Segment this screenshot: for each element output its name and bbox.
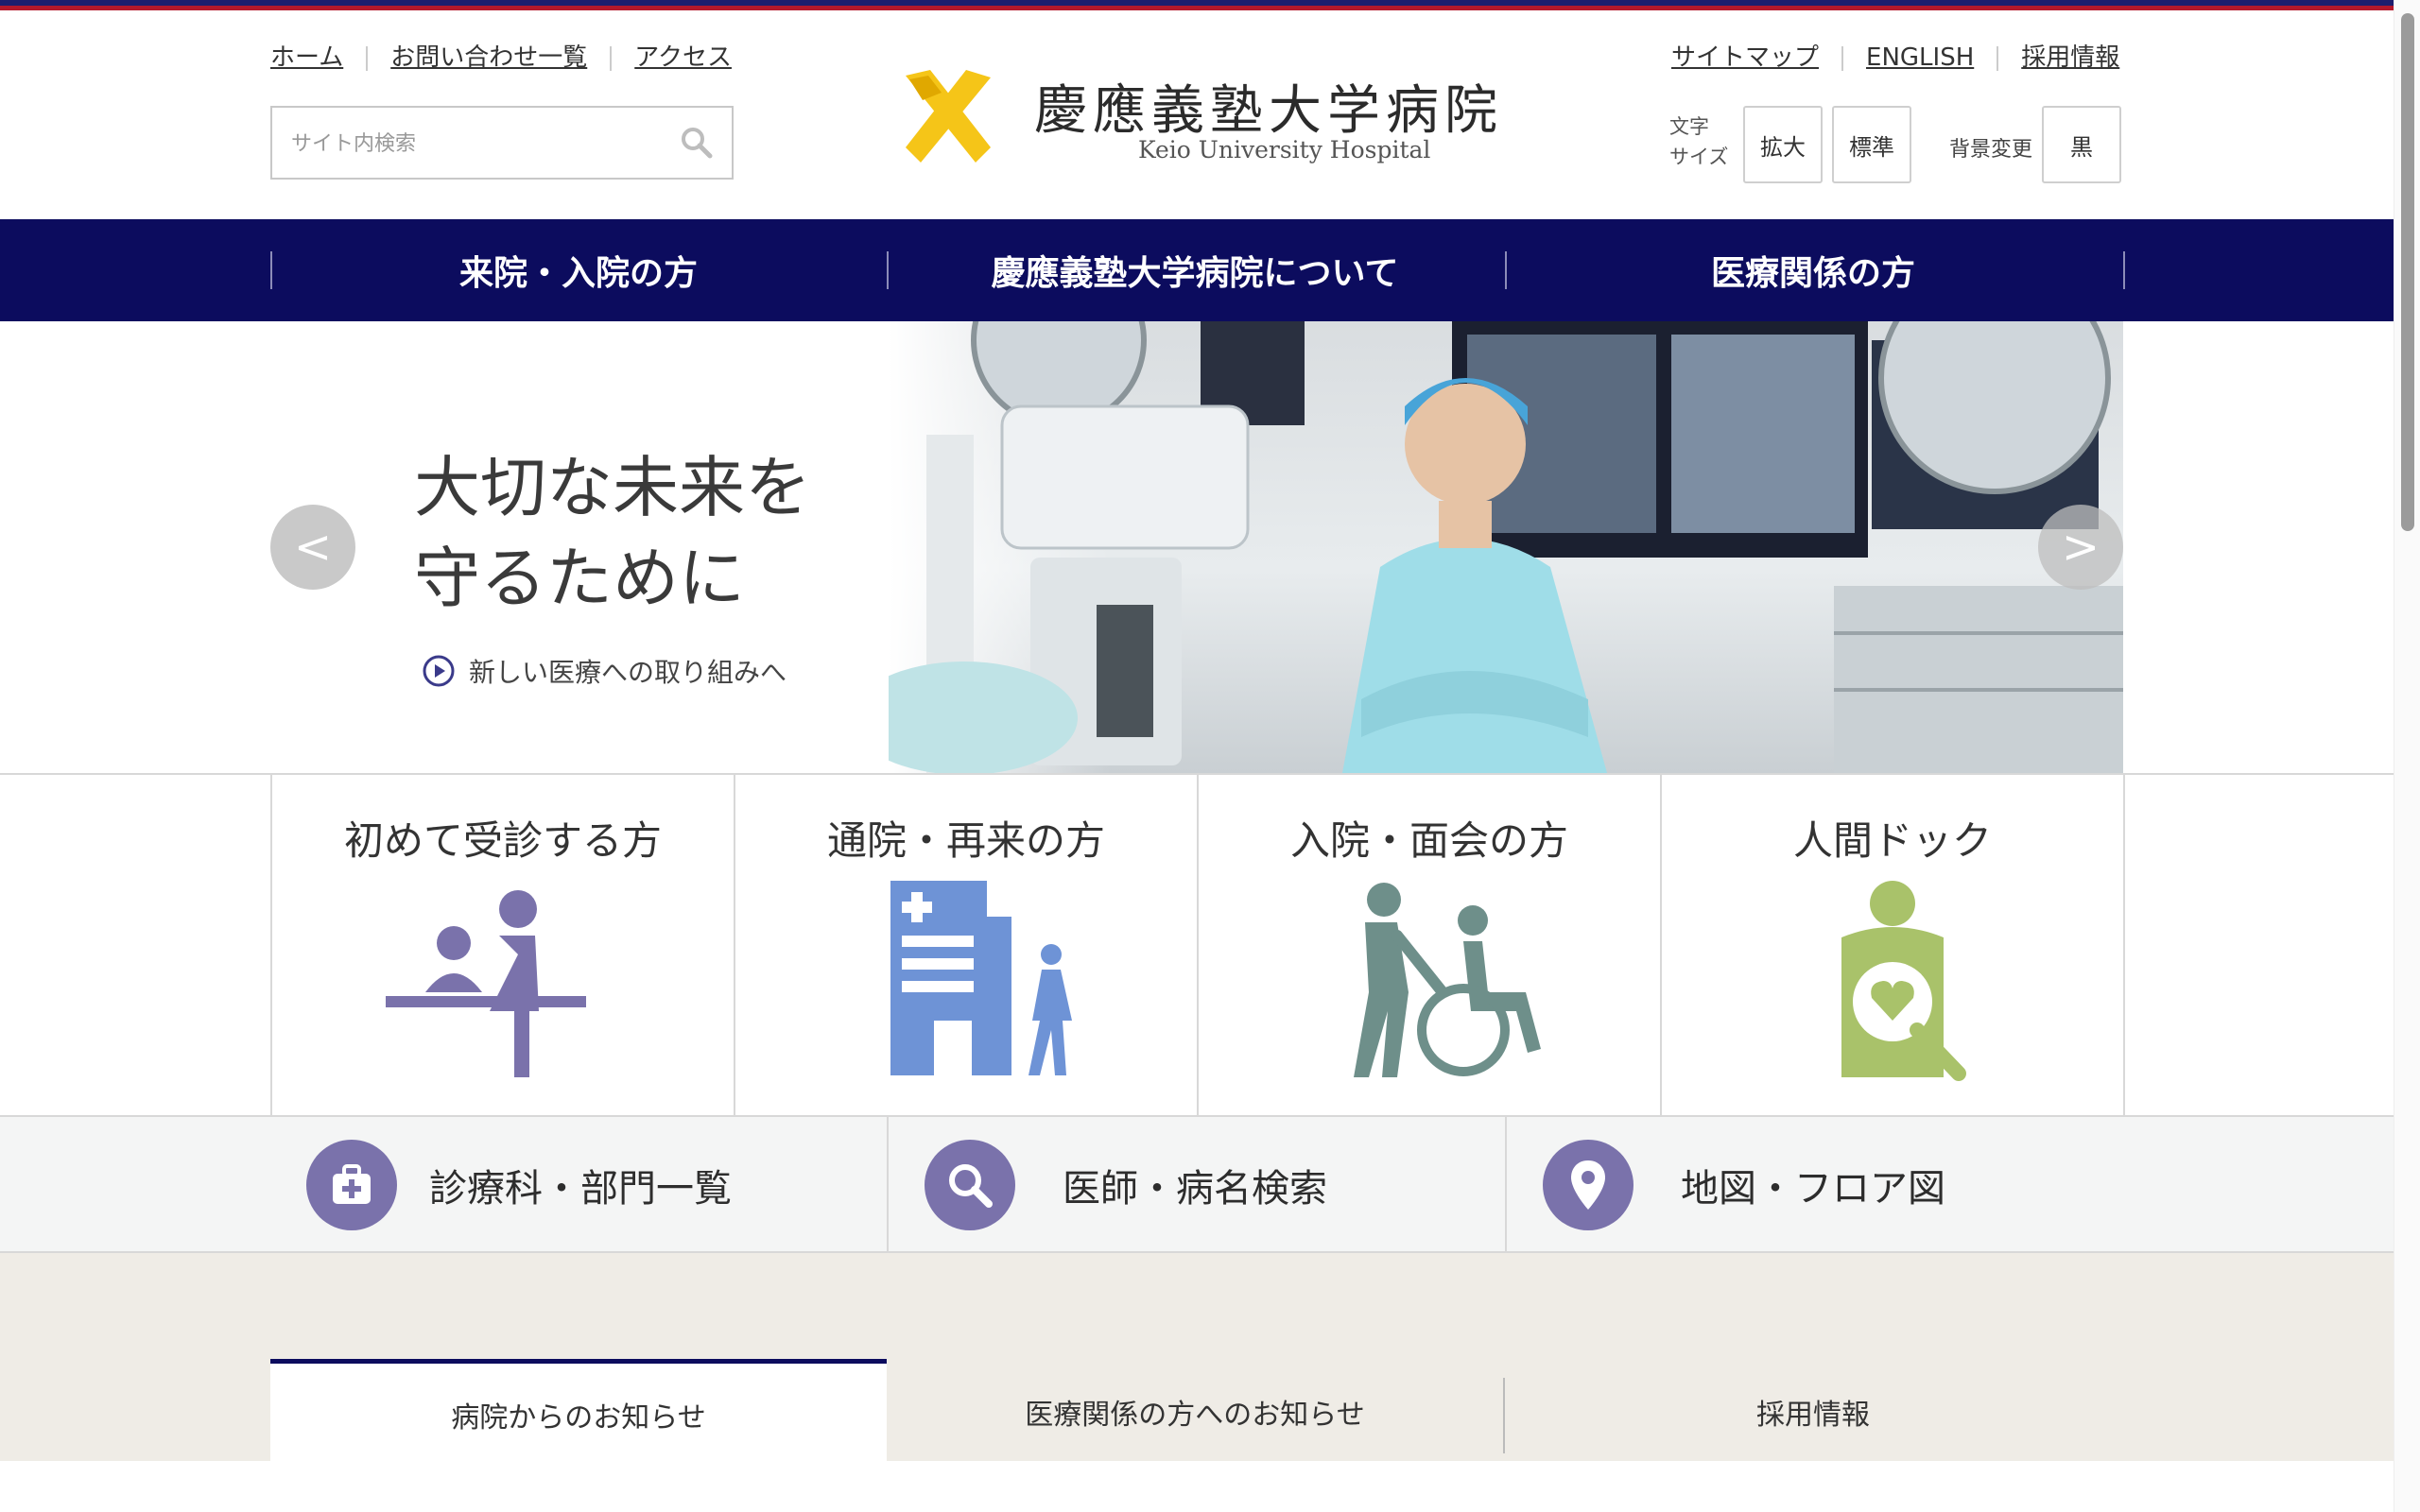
nav-divider [2123, 251, 2125, 289]
card-first-visit[interactable]: 初めて受診する方 [270, 775, 734, 1117]
utility-links-right: サイトマップ ENGLISH 採用情報 [1671, 38, 2119, 73]
wheelchair-icon [1354, 883, 1541, 1077]
scrollbar-thumb[interactable] [2401, 13, 2414, 531]
site-search [270, 106, 734, 180]
bg-black-button[interactable]: 黒 [2042, 106, 2121, 183]
font-size-label-text: 文字 サイズ [1669, 115, 1729, 168]
access-link[interactable]: アクセス [634, 43, 732, 72]
quick-links-bar: 診療科・部門一覧 医師・病名検索 地図・フロア図 [0, 1115, 2394, 1253]
chevron-left-icon: < [293, 521, 333, 574]
hero-photo [889, 321, 2123, 773]
bg-change-label: 背景変更 [1949, 138, 2033, 162]
hero-title-line2: 守るために [414, 540, 745, 617]
card-label: 入院・面会の方 [1289, 817, 1568, 864]
chevron-right-icon: > [2061, 521, 2100, 574]
visitor-cards: 初めて受診する方 通院・再来の方 入院・面会の方 人間ドック [0, 773, 2394, 1117]
separator [1996, 45, 1999, 71]
home-link[interactable]: ホーム [270, 43, 343, 72]
english-link[interactable]: ENGLISH [1866, 43, 1974, 72]
hero-title-line1: 大切な未来を [414, 449, 811, 526]
quick-link-label: 診療科・部門一覧 [429, 1167, 732, 1211]
utility-links-left: ホーム お問い合わせ一覧 アクセス [270, 38, 732, 73]
search-icon [925, 1140, 1015, 1230]
search-icon[interactable] [679, 125, 715, 161]
logo-pen-icon [906, 70, 991, 163]
content-area [0, 1461, 2394, 1512]
tab-medical-news[interactable]: 医療関係の方へのお知らせ [887, 1359, 1503, 1465]
card-health-checkup[interactable]: 人間ドック [1660, 775, 2125, 1117]
hero-link[interactable]: 新しい医療への取り組みへ [422, 652, 786, 690]
scrollbar[interactable] [2394, 0, 2420, 1512]
nav-item-medical-professionals[interactable]: 医療関係の方 [1505, 219, 2121, 321]
play-circle-icon [423, 655, 455, 687]
doctor-disease-search-link[interactable]: 医師・病名検索 [889, 1117, 1505, 1253]
card-label: 人間ドック [1792, 817, 1992, 864]
logo-japanese: 慶應義塾大学病院 [1034, 80, 1503, 142]
separator [610, 45, 613, 71]
slider-prev-button[interactable]: < [270, 505, 355, 590]
hospital-logo[interactable]: 慶應義塾大学病院 Keio University Hospital [896, 64, 1501, 168]
hero-slider: 大切な未来を 守るために 新しい医療への取り組みへ < > [0, 321, 2394, 773]
contact-list-link[interactable]: お問い合わせ一覧 [390, 43, 587, 72]
quick-link-label: 医師・病名検索 [1063, 1167, 1327, 1211]
map-floor-link[interactable]: 地図・フロア図 [1507, 1117, 2123, 1253]
sitemap-link[interactable]: サイトマップ [1671, 43, 1819, 72]
separator [1841, 45, 1844, 71]
operating-room-illustration [889, 321, 2123, 773]
tab-hospital-news[interactable]: 病院からのお知らせ [270, 1359, 887, 1465]
font-standard-button[interactable]: 標準 [1832, 106, 1911, 183]
hero-title: 大切な未来を 守るために [414, 442, 811, 624]
checkup-icon [1841, 881, 1966, 1081]
card-label: 通院・再来の方 [826, 817, 1105, 864]
slider-next-button[interactable]: > [2038, 505, 2123, 590]
medical-bag-icon [306, 1140, 397, 1230]
search-input[interactable] [289, 125, 652, 163]
quick-link-label: 地図・フロア図 [1681, 1167, 1945, 1211]
font-size-label: 文字 サイズ [1669, 112, 1745, 172]
card-inpatient-visit[interactable]: 入院・面会の方 [1197, 775, 1660, 1117]
global-nav: 来院・入院の方 慶應義塾大学病院について 医療関係の方 [0, 219, 2394, 321]
recruit-link[interactable]: 採用情報 [2021, 43, 2119, 72]
nav-item-about[interactable]: 慶應義塾大学病院について [887, 219, 1503, 321]
hero-link-text: 新しい医療への取り組みへ [469, 657, 787, 688]
card-return-visit[interactable]: 通院・再来の方 [734, 775, 1197, 1117]
tab-recruit[interactable]: 採用情報 [1505, 1359, 2121, 1465]
top-accent-line [0, 0, 2394, 10]
map-pin-icon [1543, 1140, 1634, 1230]
font-enlarge-button[interactable]: 拡大 [1743, 106, 1823, 183]
card-label: 初めて受診する方 [343, 817, 662, 864]
separator [366, 45, 369, 71]
nav-item-visitors[interactable]: 来院・入院の方 [270, 219, 887, 321]
reception-icon [386, 890, 586, 1077]
hospital-walk-icon [890, 881, 1072, 1075]
logo-english: Keio University Hospital [1138, 136, 1431, 163]
department-list-link[interactable]: 診療科・部門一覧 [270, 1117, 887, 1253]
